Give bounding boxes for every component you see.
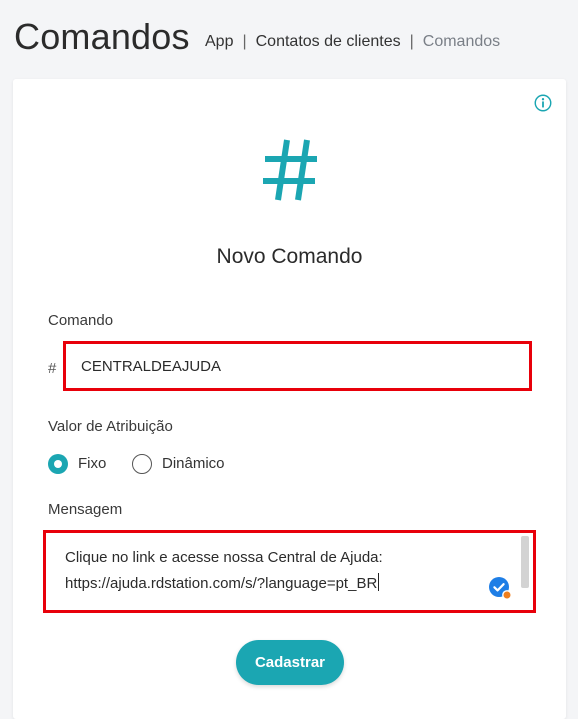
command-label: Comando: [48, 312, 114, 329]
hash-icon: [263, 139, 317, 201]
breadcrumb-item-app[interactable]: App: [205, 33, 233, 50]
message-line: Clique no link e acesse nossa Central de…: [65, 549, 383, 566]
message-line-with-caret: https://ajuda.rdstation.com/s/?language=…: [65, 571, 505, 597]
command-input[interactable]: [81, 344, 521, 388]
radio-dinamico-indicator[interactable]: [132, 454, 152, 474]
page-header: Comandos App | Contatos de clientes | Comand…: [0, 0, 578, 78]
info-icon[interactable]: [534, 94, 552, 112]
assignment-label: Valor de Atribuição: [48, 418, 173, 435]
text-caret: [378, 573, 380, 591]
message-textarea[interactable]: Clique no link e acesse nossa Central de…: [43, 530, 536, 613]
grammar-check-icon[interactable]: [488, 576, 512, 600]
message-text[interactable]: Clique no link e acesse nossa Central de…: [65, 545, 505, 597]
breadcrumb: App | Contatos de clientes | Comandos: [205, 32, 500, 52]
breadcrumb-item-contatos[interactable]: Contatos de clientes: [256, 33, 401, 50]
radio-fixo-label[interactable]: Fixo: [78, 454, 106, 474]
page-title: Comandos: [14, 16, 190, 57]
breadcrumb-separator: |: [409, 33, 414, 50]
radio-dinamico-label[interactable]: Dinâmico: [162, 454, 225, 474]
form-title: Novo Comando: [216, 245, 363, 268]
command-prefix: #: [48, 360, 57, 377]
message-label: Mensagem: [48, 501, 123, 518]
radio-fixo-indicator[interactable]: [48, 454, 68, 474]
command-field-highlight: [63, 341, 532, 391]
command-form-card: Novo Comando Comando # Valor de Atribuiç…: [13, 79, 566, 719]
message-scrollbar[interactable]: [521, 536, 529, 588]
submit-button[interactable]: Cadastrar: [236, 640, 344, 685]
breadcrumb-item-current: Comandos: [422, 33, 501, 50]
message-line: https://ajuda.rdstation.com/s/?language=…: [65, 575, 378, 592]
breadcrumb-separator: |: [242, 33, 247, 50]
